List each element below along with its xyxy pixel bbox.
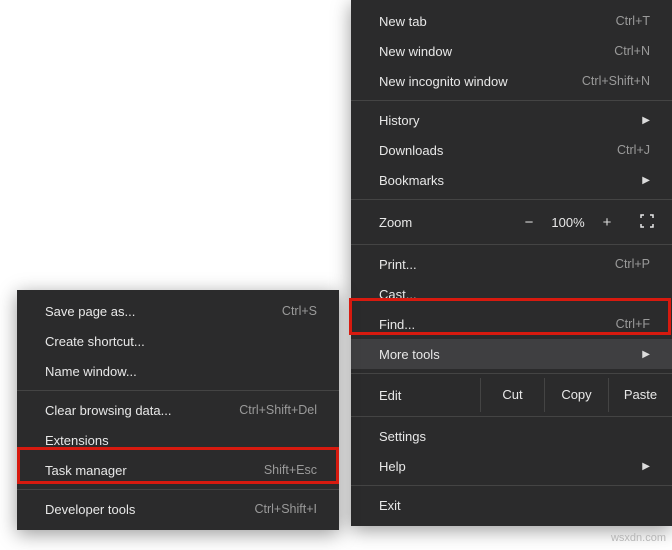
menu-label: Extensions [45, 433, 317, 448]
submenu-item-create-shortcut[interactable]: Create shortcut... [17, 326, 339, 356]
menu-label: Save page as... [45, 304, 270, 319]
menu-label: Print... [379, 257, 603, 272]
menu-label: New window [379, 44, 602, 59]
menu-label: Find... [379, 317, 604, 332]
menu-item-help[interactable]: Help ▶ [351, 451, 672, 481]
menu-item-exit[interactable]: Exit [351, 490, 672, 520]
menu-item-new-tab[interactable]: New tab Ctrl+T [351, 6, 672, 36]
menu-label: Help [379, 459, 642, 474]
menu-shortcut: Ctrl+Shift+Del [239, 403, 317, 417]
menu-shortcut: Ctrl+Shift+N [582, 74, 650, 88]
menu-label: Settings [379, 429, 650, 444]
chevron-right-icon: ▶ [642, 115, 650, 126]
menu-label: Bookmarks [379, 173, 642, 188]
submenu-item-name-window[interactable]: Name window... [17, 356, 339, 386]
menu-label: Cast... [379, 287, 650, 302]
submenu-item-clear-browsing-data[interactable]: Clear browsing data... Ctrl+Shift+Del [17, 395, 339, 425]
copy-button[interactable]: Copy [544, 378, 608, 412]
separator [351, 244, 672, 245]
zoom-percent: 100% [546, 215, 590, 230]
main-menu: New tab Ctrl+T New window Ctrl+N New inc… [351, 0, 672, 526]
menu-label: Create shortcut... [45, 334, 317, 349]
menu-item-bookmarks[interactable]: Bookmarks ▶ [351, 165, 672, 195]
fullscreen-icon [640, 214, 654, 228]
chevron-right-icon: ▶ [642, 461, 650, 472]
zoom-in-button[interactable]: + [590, 214, 624, 231]
separator [17, 489, 339, 490]
menu-item-history[interactable]: History ▶ [351, 105, 672, 135]
separator [351, 100, 672, 101]
menu-shortcut: Ctrl+T [616, 14, 650, 28]
menu-shortcut: Ctrl+F [616, 317, 650, 331]
menu-shortcut: Ctrl+S [282, 304, 317, 318]
menu-label: Exit [379, 498, 650, 513]
paste-button[interactable]: Paste [608, 378, 672, 412]
menu-item-settings[interactable]: Settings [351, 421, 672, 451]
menu-shortcut: Ctrl+P [615, 257, 650, 271]
menu-shortcut: Ctrl+J [617, 143, 650, 157]
separator [351, 199, 672, 200]
menu-item-new-window[interactable]: New window Ctrl+N [351, 36, 672, 66]
submenu-item-save-page[interactable]: Save page as... Ctrl+S [17, 296, 339, 326]
menu-item-find[interactable]: Find... Ctrl+F [351, 309, 672, 339]
menu-label: New tab [379, 14, 604, 29]
menu-item-zoom: Zoom − 100% + [351, 204, 672, 240]
separator [351, 416, 672, 417]
menu-item-new-incognito[interactable]: New incognito window Ctrl+Shift+N [351, 66, 672, 96]
menu-label: Downloads [379, 143, 605, 158]
edit-label: Edit [351, 388, 480, 403]
menu-item-more-tools[interactable]: More tools ▶ [351, 339, 672, 369]
zoom-label: Zoom [379, 215, 512, 230]
submenu-item-developer-tools[interactable]: Developer tools Ctrl+Shift+I [17, 494, 339, 524]
separator [17, 390, 339, 391]
menu-item-print[interactable]: Print... Ctrl+P [351, 249, 672, 279]
menu-shortcut: Ctrl+Shift+I [254, 502, 317, 516]
submenu-item-task-manager[interactable]: Task manager Shift+Esc [17, 455, 339, 485]
separator [351, 485, 672, 486]
menu-item-downloads[interactable]: Downloads Ctrl+J [351, 135, 672, 165]
menu-label: Task manager [45, 463, 252, 478]
submenu-item-extensions[interactable]: Extensions [17, 425, 339, 455]
menu-label: Clear browsing data... [45, 403, 227, 418]
menu-label: New incognito window [379, 74, 570, 89]
menu-item-edit: Edit Cut Copy Paste [351, 378, 672, 412]
fullscreen-button[interactable] [632, 214, 662, 231]
menu-label: Developer tools [45, 502, 242, 517]
menu-shortcut: Shift+Esc [264, 463, 317, 477]
menu-label: More tools [379, 347, 642, 362]
zoom-out-button[interactable]: − [512, 214, 546, 231]
separator [351, 373, 672, 374]
more-tools-submenu: Save page as... Ctrl+S Create shortcut..… [17, 290, 339, 530]
chevron-right-icon: ▶ [642, 349, 650, 360]
cut-button[interactable]: Cut [480, 378, 544, 412]
chevron-right-icon: ▶ [642, 175, 650, 186]
watermark: wsxdn.com [611, 532, 666, 544]
menu-label: History [379, 113, 642, 128]
menu-label: Name window... [45, 364, 317, 379]
menu-shortcut: Ctrl+N [614, 44, 650, 58]
menu-item-cast[interactable]: Cast... [351, 279, 672, 309]
